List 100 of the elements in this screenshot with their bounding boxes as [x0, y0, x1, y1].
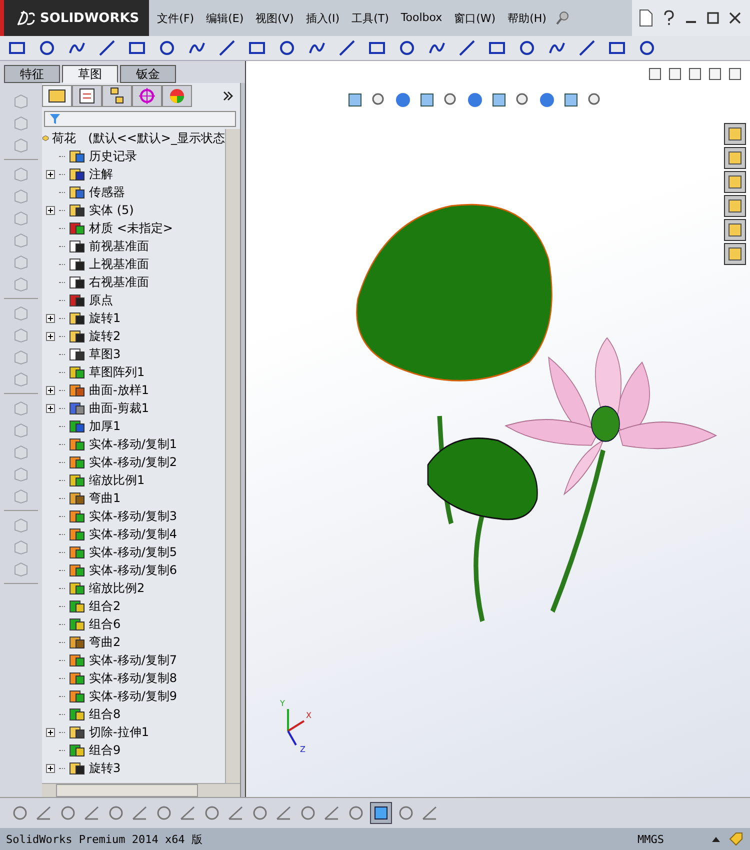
configuration-manager-tab-icon[interactable]: [102, 85, 132, 107]
view-tool-icon[interactable]: [562, 91, 580, 109]
window-control-icon[interactable]: [648, 67, 662, 81]
up-caret-icon[interactable]: [712, 836, 720, 842]
filter-field[interactable]: [44, 111, 236, 127]
sketch-tool-icon[interactable]: [638, 39, 656, 57]
menu-item[interactable]: 编辑(E): [206, 10, 244, 26]
feature-tree-item[interactable]: 组合2: [89, 598, 121, 614]
view-tool-icon[interactable]: [394, 91, 412, 109]
feature-tree-item[interactable]: 历史记录: [89, 148, 137, 164]
sketch-tool-icon[interactable]: [218, 39, 236, 57]
close-icon[interactable]: [728, 11, 742, 25]
feature-tree-item[interactable]: 缩放比例2: [89, 580, 145, 596]
sketch-tool-icon[interactable]: [98, 39, 116, 57]
feature-tree-item[interactable]: 曲面-放样1: [89, 382, 149, 398]
feature-tree-item[interactable]: 上视基准面: [89, 256, 149, 272]
view-tool-icon[interactable]: [490, 91, 508, 109]
sketch-tool-icon[interactable]: [458, 39, 476, 57]
sketch-tool-icon[interactable]: [368, 39, 386, 57]
menu-item[interactable]: 视图(V): [256, 10, 294, 26]
feature-tree-item[interactable]: 传感器: [89, 184, 125, 200]
panel-splitter-handle[interactable]: [240, 83, 245, 797]
menu-item[interactable]: 帮助(H): [508, 10, 546, 26]
expand-plus-icon[interactable]: [46, 764, 54, 772]
feature-tree-item[interactable]: 实体 (5): [89, 202, 134, 218]
feature-tree-item[interactable]: 原点: [89, 292, 113, 308]
feature-tree-item[interactable]: 草图阵列1: [89, 364, 145, 380]
menu-item[interactable]: Toolbox: [400, 10, 442, 26]
feature-tree-item[interactable]: 草图3: [89, 346, 121, 362]
double-chevron-icon[interactable]: [222, 90, 234, 102]
feature-tree-item[interactable]: 注解: [89, 166, 113, 182]
view-tool-icon[interactable]: [418, 91, 436, 109]
view-tool-icon[interactable]: [346, 91, 364, 109]
expand-plus-icon[interactable]: [46, 206, 54, 214]
feature-tree-item[interactable]: 曲面-剪裁1: [89, 400, 149, 416]
view-tool-icon[interactable]: [466, 91, 484, 109]
feature-manager-tab-icon[interactable]: [42, 85, 72, 107]
window-control-icon[interactable]: [708, 67, 722, 81]
feature-tree-item[interactable]: 组合6: [89, 616, 121, 632]
sketch-tool-icon[interactable]: [8, 39, 26, 57]
sketch-tool-icon[interactable]: [338, 39, 356, 57]
expand-plus-icon[interactable]: [46, 332, 54, 340]
sketch-tool-icon[interactable]: [398, 39, 416, 57]
panel-tab[interactable]: 钣金: [120, 65, 176, 83]
feature-tree-item[interactable]: 实体-移动/复制7: [89, 652, 178, 668]
feature-tree-item[interactable]: 弯曲1: [89, 490, 121, 506]
feature-tree-item[interactable]: 实体-移动/复制5: [89, 544, 178, 560]
feature-tree-item[interactable]: 实体-移动/复制3: [89, 508, 178, 524]
task-pane-tab-icon[interactable]: [724, 123, 746, 145]
panel-tab[interactable]: 特征: [4, 65, 60, 83]
window-control-icon[interactable]: [668, 67, 682, 81]
sketch-tool-icon[interactable]: [488, 39, 506, 57]
expand-plus-icon[interactable]: [46, 314, 54, 322]
help-icon[interactable]: [662, 10, 676, 26]
menu-item[interactable]: 插入(I): [306, 10, 340, 26]
feature-tree-item[interactable]: 实体-移动/复制1: [89, 436, 178, 452]
expand-plus-icon[interactable]: [46, 404, 54, 412]
units-selector[interactable]: MMGS: [638, 832, 664, 846]
sketch-relation-icon[interactable]: [370, 802, 392, 824]
feature-tree-item[interactable]: 缩放比例1: [89, 472, 145, 488]
sketch-tool-icon[interactable]: [578, 39, 596, 57]
window-control-icon[interactable]: [728, 67, 742, 81]
feature-tree-item[interactable]: 实体-移动/复制4: [89, 526, 178, 542]
feature-tree-item[interactable]: 实体-移动/复制6: [89, 562, 178, 578]
sketch-tool-icon[interactable]: [278, 39, 296, 57]
sketch-tool-icon[interactable]: [608, 39, 626, 57]
property-manager-tab-icon[interactable]: [72, 85, 102, 107]
feature-tree-item[interactable]: 前视基准面: [89, 238, 149, 254]
part-name[interactable]: 荷花 (默认<<默认>_显示状态: [52, 130, 225, 146]
sketch-tool-icon[interactable]: [518, 39, 536, 57]
feature-tree-item[interactable]: 实体-移动/复制2: [89, 454, 178, 470]
tag-icon[interactable]: [728, 831, 744, 847]
maximize-icon[interactable]: [706, 11, 720, 25]
feature-tree-item[interactable]: 组合8: [89, 706, 121, 722]
task-pane-tab-icon[interactable]: [724, 147, 746, 169]
feature-tree-item[interactable]: 右视基准面: [89, 274, 149, 290]
menu-item[interactable]: 文件(F): [157, 10, 194, 26]
view-tool-icon[interactable]: [538, 91, 556, 109]
feature-tree-item[interactable]: 实体-移动/复制9: [89, 688, 178, 704]
menu-item[interactable]: 窗口(W): [454, 10, 496, 26]
task-pane-tab-icon[interactable]: [724, 195, 746, 217]
feature-tree-item[interactable]: 切除-拉伸1: [89, 724, 149, 740]
menu-item[interactable]: 工具(T): [352, 10, 389, 26]
expand-plus-icon[interactable]: [46, 386, 54, 394]
appearance-tab-icon[interactable]: [162, 85, 192, 107]
panel-tab[interactable]: 草图: [62, 65, 118, 83]
feature-tree-item[interactable]: 旋转2: [89, 328, 121, 344]
sketch-tool-icon[interactable]: [128, 39, 146, 57]
task-pane-tab-icon[interactable]: [724, 171, 746, 193]
feature-tree-item[interactable]: 材质 <未指定>: [89, 220, 173, 236]
expand-plus-icon[interactable]: [46, 728, 54, 736]
task-pane-tab-icon[interactable]: [724, 243, 746, 265]
feature-tree-item[interactable]: 旋转1: [89, 310, 121, 326]
graphics-viewport[interactable]: Y X Z: [245, 61, 750, 797]
feature-tree-item[interactable]: 实体-移动/复制8: [89, 670, 178, 686]
horizontal-scrollbar[interactable]: [42, 783, 240, 797]
sketch-tool-icon[interactable]: [158, 39, 176, 57]
expand-plus-icon[interactable]: [46, 170, 54, 178]
feature-tree-item[interactable]: 旋转3: [89, 760, 121, 776]
feature-tree-item[interactable]: 组合9: [89, 742, 121, 758]
